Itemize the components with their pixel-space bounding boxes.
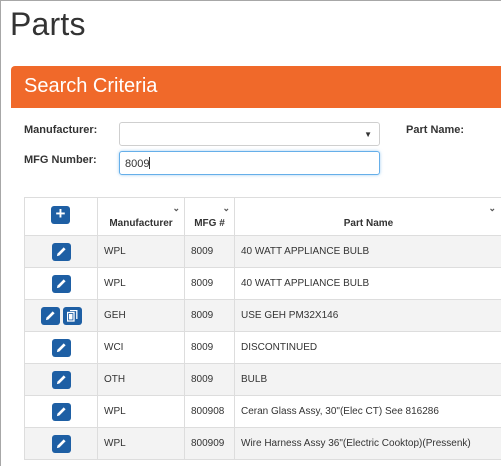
row-actions-cell: [24, 363, 98, 396]
text-cursor: [149, 157, 151, 169]
edit-button[interactable]: [51, 402, 71, 421]
mfg-number-cell: 800909: [184, 427, 235, 460]
manufacturer-cell: GEH: [97, 299, 185, 332]
search-criteria-title: Search Criteria: [24, 75, 158, 97]
mfg-number-value: 8009: [125, 158, 150, 170]
part-name-cell: Wire Harness Assy 36"(Electric Cooktop)(…: [234, 427, 501, 460]
mfg-number-input[interactable]: 8009: [119, 151, 380, 175]
part-name-cell: BULB: [234, 363, 501, 396]
edit-button[interactable]: [51, 434, 71, 453]
search-criteria-header: Search Criteria: [11, 66, 501, 108]
chevron-down-icon[interactable]: ⌄: [488, 203, 496, 214]
manufacturer-cell: WPL: [97, 395, 185, 428]
part-name-column-header[interactable]: ⌄ Part Name: [234, 197, 501, 236]
mfg-number-cell: 8009: [184, 267, 235, 300]
table-row[interactable]: WPL 800909 Wire Harness Assy 36"(Electric …: [24, 427, 501, 460]
manufacturer-column-header[interactable]: ⌄ Manufacturer: [97, 197, 185, 236]
page-title: Parts: [10, 6, 86, 42]
mfg-number-cell: 8009: [184, 299, 235, 332]
part-name-cell: Ceran Glass Assy, 30"(Elec CT) See 81628…: [234, 395, 501, 428]
manufacturer-cell: WCI: [97, 331, 185, 364]
app-window: Parts Search Criteria Manufacturer: ▼ Pa…: [0, 0, 501, 466]
edit-button[interactable]: [51, 242, 71, 261]
manufacturer-label: Manufacturer:: [24, 124, 98, 136]
row-actions-cell: [24, 395, 98, 428]
mfg-number-cell: 800908: [184, 395, 235, 428]
table-row[interactable]: GEH 8009 USE GEH PM32X146: [24, 299, 501, 332]
table-row[interactable]: WPL 8009 40 WATT APPLIANCE BULB: [24, 235, 501, 268]
row-actions-cell: [24, 235, 98, 268]
table-row[interactable]: WCI 8009 DISCONTINUED: [24, 331, 501, 364]
manufacturer-cell: WPL: [97, 427, 185, 460]
edit-button[interactable]: [51, 338, 71, 357]
add-part-button[interactable]: +: [51, 204, 70, 224]
manufacturer-cell: OTH: [97, 363, 185, 396]
edit-button[interactable]: [51, 370, 71, 389]
row-actions-cell: [24, 299, 98, 332]
part-name-column-label: Part Name: [343, 218, 394, 229]
row-actions-cell: [24, 427, 98, 460]
table-row[interactable]: WPL 800908 Ceran Glass Assy, 30"(Elec CT) …: [24, 395, 501, 428]
part-name-cell: DISCONTINUED: [234, 331, 501, 364]
edit-button[interactable]: [51, 274, 71, 293]
chevron-down-icon[interactable]: ⌄: [172, 203, 180, 214]
mfg-number-column-label: MFG #: [194, 218, 225, 229]
chevron-down-icon[interactable]: ⌄: [222, 203, 230, 214]
mfg-number-column-header[interactable]: ⌄ MFG #: [184, 197, 235, 236]
table-row[interactable]: OTH 8009 BULB: [24, 363, 501, 396]
part-name-label: Part Name:: [406, 124, 465, 136]
row-actions-cell: [24, 267, 98, 300]
manufacturer-select[interactable]: ▼: [119, 122, 380, 146]
part-name-cell: 40 WATT APPLIANCE BULB: [234, 235, 501, 268]
dropdown-caret-icon: ▼: [364, 130, 372, 139]
manufacturer-cell: WPL: [97, 267, 185, 300]
mfg-number-cell: 8009: [184, 331, 235, 364]
actions-header: +: [24, 197, 98, 236]
part-name-cell: 40 WATT APPLIANCE BULB: [234, 267, 501, 300]
mfg-number-label: MFG Number:: [24, 154, 97, 166]
parts-table-body: WPL 8009 40 WATT APPLIANCE BULB WPL 8009 40 W…: [24, 235, 501, 460]
part-name-cell: USE GEH PM32X146: [234, 299, 501, 332]
mfg-number-cell: 8009: [184, 235, 235, 268]
mfg-number-cell: 8009: [184, 363, 235, 396]
plus-icon: +: [55, 204, 66, 223]
table-header-row: + ⌄ Manufacturer ⌄ MFG # ⌄ Part Name: [24, 197, 501, 236]
row-actions-cell: [24, 331, 98, 364]
manufacturer-cell: WPL: [97, 235, 185, 268]
copy-button[interactable]: [62, 306, 82, 325]
manufacturer-column-label: Manufacturer: [109, 218, 173, 229]
table-row[interactable]: WPL 8009 40 WATT APPLIANCE BULB: [24, 267, 501, 300]
parts-table: + ⌄ Manufacturer ⌄ MFG # ⌄ Part Name WPL…: [24, 197, 501, 460]
edit-button[interactable]: [40, 306, 60, 325]
